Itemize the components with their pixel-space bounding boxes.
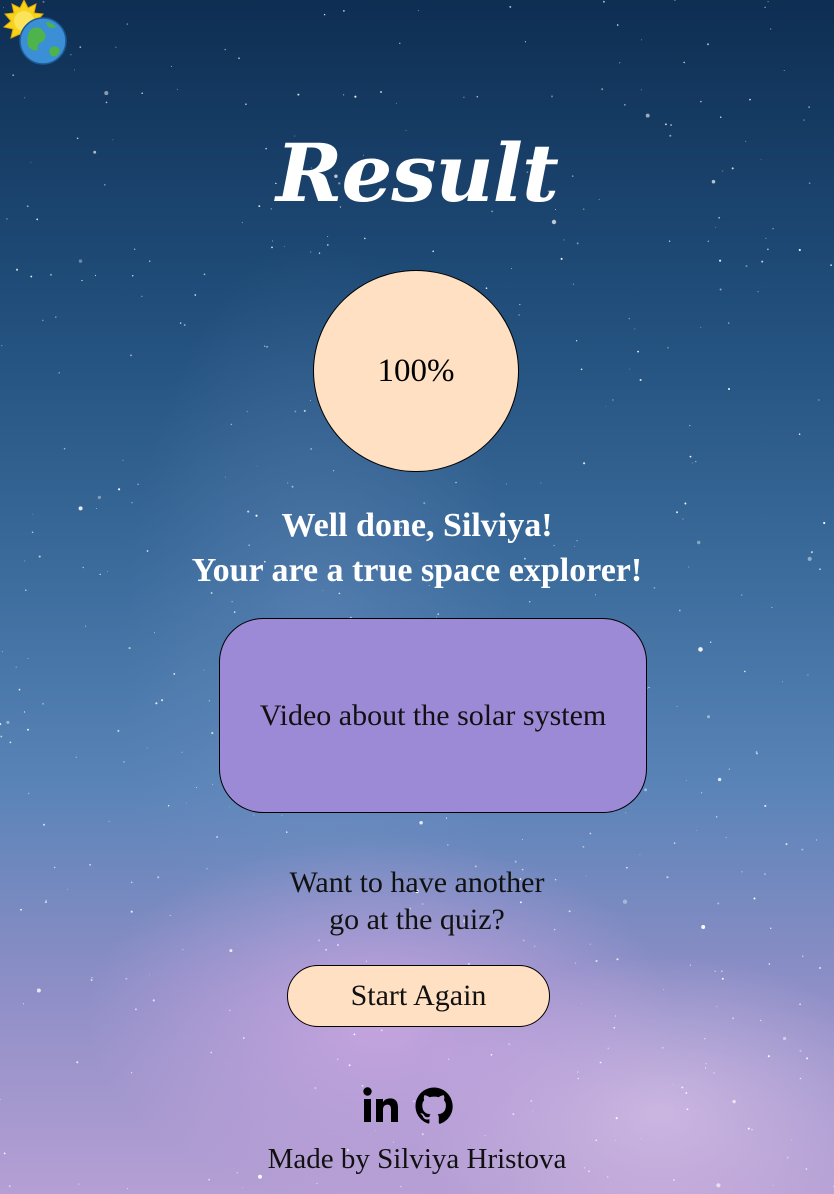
prompt-line-2: go at the quiz? bbox=[329, 903, 505, 936]
start-again-button[interactable]: Start Again bbox=[287, 965, 550, 1027]
message-line-2: Your are a true space explorer! bbox=[191, 552, 643, 589]
result-message: Well done, Silviya! Your are a true spac… bbox=[0, 503, 834, 593]
play-again-prompt: Want to have another go at the quiz? bbox=[0, 864, 834, 938]
score-value: 100% bbox=[377, 352, 455, 389]
start-again-label: Start Again bbox=[350, 979, 487, 1012]
social-links bbox=[360, 1086, 460, 1132]
linkedin-icon bbox=[363, 1087, 398, 1122]
page-title: Result bbox=[276, 126, 559, 220]
footer-credit: Made by Silviya Hristova bbox=[267, 1143, 567, 1175]
github-icon bbox=[415, 1087, 453, 1124]
prompt-line-1: Want to have another bbox=[289, 866, 545, 899]
github-link[interactable] bbox=[414, 1086, 454, 1126]
sun-earth-icon bbox=[2, 0, 67, 65]
linkedin-link[interactable] bbox=[362, 1086, 402, 1126]
video-button-label: Video about the solar system bbox=[259, 698, 607, 732]
message-line-1: Well done, Silviya! bbox=[281, 507, 553, 544]
score-circle: 100% bbox=[313, 270, 519, 472]
video-button[interactable]: Video about the solar system bbox=[219, 618, 647, 813]
